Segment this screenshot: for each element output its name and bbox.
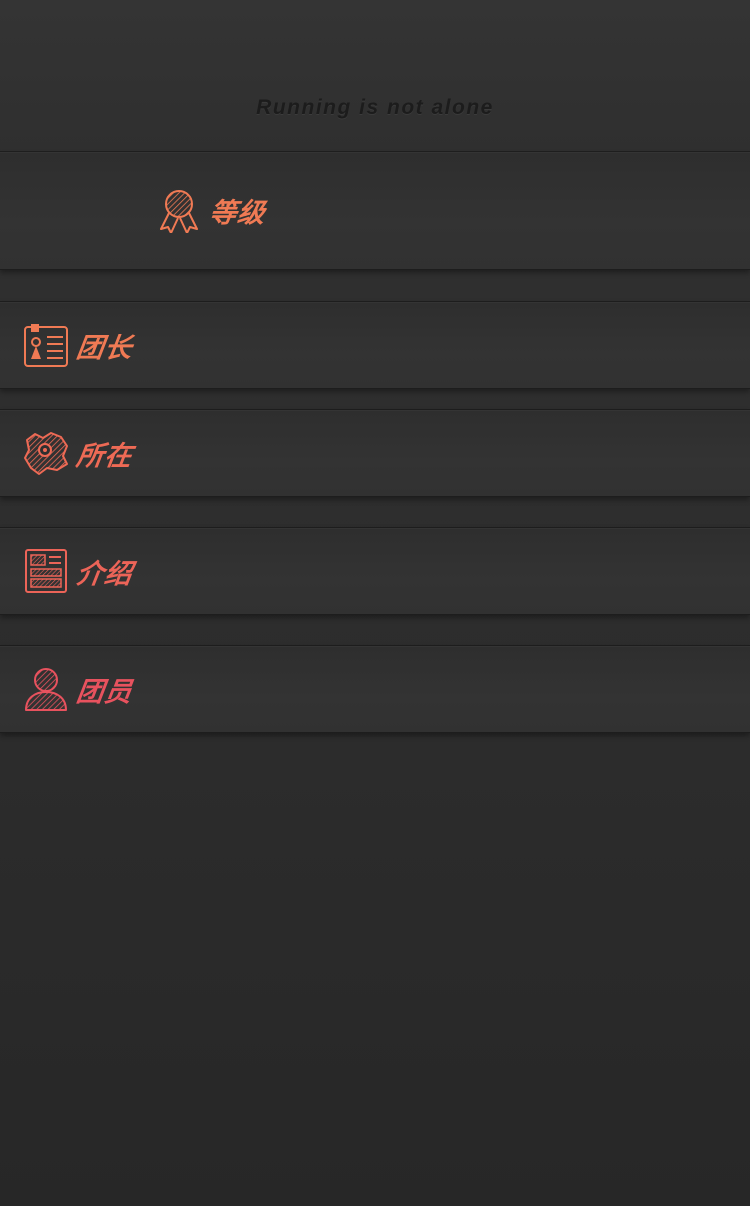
level-label: 等级 bbox=[207, 197, 268, 228]
location-label: 所在 bbox=[74, 440, 135, 471]
intro-section[interactable]: 介绍 bbox=[0, 527, 750, 615]
leader-row[interactable]: 团长 bbox=[23, 322, 135, 368]
leader-label: 团长 bbox=[74, 332, 135, 363]
members-label: 团员 bbox=[74, 676, 135, 707]
level-section[interactable]: 等级 bbox=[0, 152, 750, 270]
id-badge-icon bbox=[24, 324, 68, 367]
location-row[interactable]: 所在 bbox=[23, 430, 135, 476]
slogan-text: Running is not alone bbox=[256, 96, 494, 119]
level-row[interactable]: 等级 bbox=[156, 187, 268, 233]
medal-icon bbox=[160, 190, 198, 233]
members-section[interactable]: 团员 bbox=[0, 645, 750, 733]
members-row[interactable]: 团员 bbox=[23, 666, 135, 712]
intro-label: 介绍 bbox=[74, 558, 135, 589]
header-bar: Running is not alone bbox=[0, 0, 750, 152]
map-pin-icon bbox=[24, 432, 68, 475]
user-icon bbox=[25, 668, 67, 711]
document-icon bbox=[25, 549, 67, 593]
intro-row[interactable]: 介绍 bbox=[23, 548, 135, 594]
leader-section[interactable]: 团长 bbox=[0, 301, 750, 389]
location-section[interactable]: 所在 bbox=[0, 409, 750, 497]
